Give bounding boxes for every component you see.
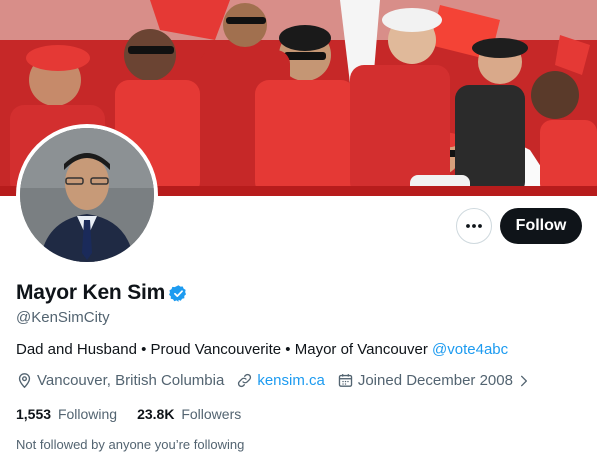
website-link[interactable]: kensim.ca — [257, 372, 325, 389]
more-options-button[interactable] — [456, 208, 492, 244]
chevron-right-icon — [520, 375, 527, 386]
following-stat[interactable]: 1,553 Following — [16, 406, 117, 422]
profile-bio: Dad and Husband • Proud Vancouverite • M… — [16, 341, 508, 358]
profile-avatar[interactable] — [16, 124, 158, 266]
calendar-icon — [338, 374, 353, 387]
location-pin-icon — [18, 373, 31, 389]
follow-button[interactable]: Follow — [500, 208, 582, 244]
follow-stats: 1,553 Following 23.8K Followers — [16, 406, 261, 422]
following-count: 1,553 — [16, 406, 52, 422]
followed-by-note: Not followed by anyone you’re following — [16, 437, 245, 452]
followers-stat[interactable]: 23.8K Followers — [137, 406, 241, 422]
bio-mention-link[interactable]: @vote4abc — [432, 341, 508, 358]
website-item[interactable]: kensim.ca — [236, 372, 325, 389]
verified-badge-icon[interactable] — [169, 284, 188, 303]
joined-text: Joined December 2008 — [357, 372, 513, 389]
joined-item[interactable]: Joined December 2008 — [337, 372, 535, 389]
avatar-photo — [20, 128, 154, 262]
location-text: Vancouver, British Columbia — [37, 372, 225, 389]
location-item: Vancouver, British Columbia — [16, 372, 224, 389]
user-handle: @KenSimCity — [16, 309, 110, 326]
followers-label: Followers — [181, 406, 242, 422]
followers-count: 23.8K — [137, 406, 175, 422]
following-label: Following — [57, 406, 118, 422]
more-horizontal-icon — [466, 224, 482, 228]
bio-text: Dad and Husband • Proud Vancouverite • M… — [16, 341, 428, 358]
name-row: Mayor Ken Sim — [16, 281, 188, 305]
link-icon — [238, 373, 252, 388]
profile-meta-row: Vancouver, British Columbia kensim.ca Jo… — [16, 372, 547, 389]
display-name: Mayor Ken Sim — [16, 281, 166, 304]
